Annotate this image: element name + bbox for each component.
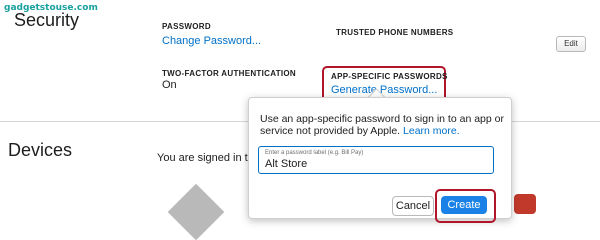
device-icon — [167, 183, 225, 240]
cancel-button[interactable]: Cancel — [392, 196, 434, 216]
edit-button[interactable]: Edit — [556, 36, 586, 52]
learn-more-link[interactable]: Learn more. — [403, 125, 460, 137]
create-button[interactable]: Create — [441, 196, 487, 214]
devices-section-title: Devices — [8, 140, 73, 160]
trusted-phone-numbers-label: TRUSTED PHONE NUMBERS — [336, 28, 454, 37]
password-label-input-value[interactable]: Alt Store — [265, 158, 307, 170]
device-thumbnail-icon — [514, 194, 536, 214]
password-label-input-placeholder: Enter a password label (e.g. Bill Pay) — [265, 150, 364, 156]
change-password-link[interactable]: Change Password... — [162, 35, 261, 47]
devices-signed-in-text: You are signed in to — [157, 152, 254, 164]
popover-description: Use an app-specific password to sign in … — [260, 113, 505, 137]
two-factor-label: TWO-FACTOR AUTHENTICATION — [162, 69, 297, 78]
app-specific-passwords-label: APP-SPECIFIC PASSWORDS — [331, 72, 448, 81]
password-label: PASSWORD — [162, 22, 211, 31]
two-factor-value: On — [162, 79, 177, 91]
security-section-title: Security — [14, 10, 80, 30]
popover-description-text: Use an app-specific password to sign in … — [260, 113, 504, 137]
generate-password-link[interactable]: Generate Password... — [331, 84, 437, 96]
